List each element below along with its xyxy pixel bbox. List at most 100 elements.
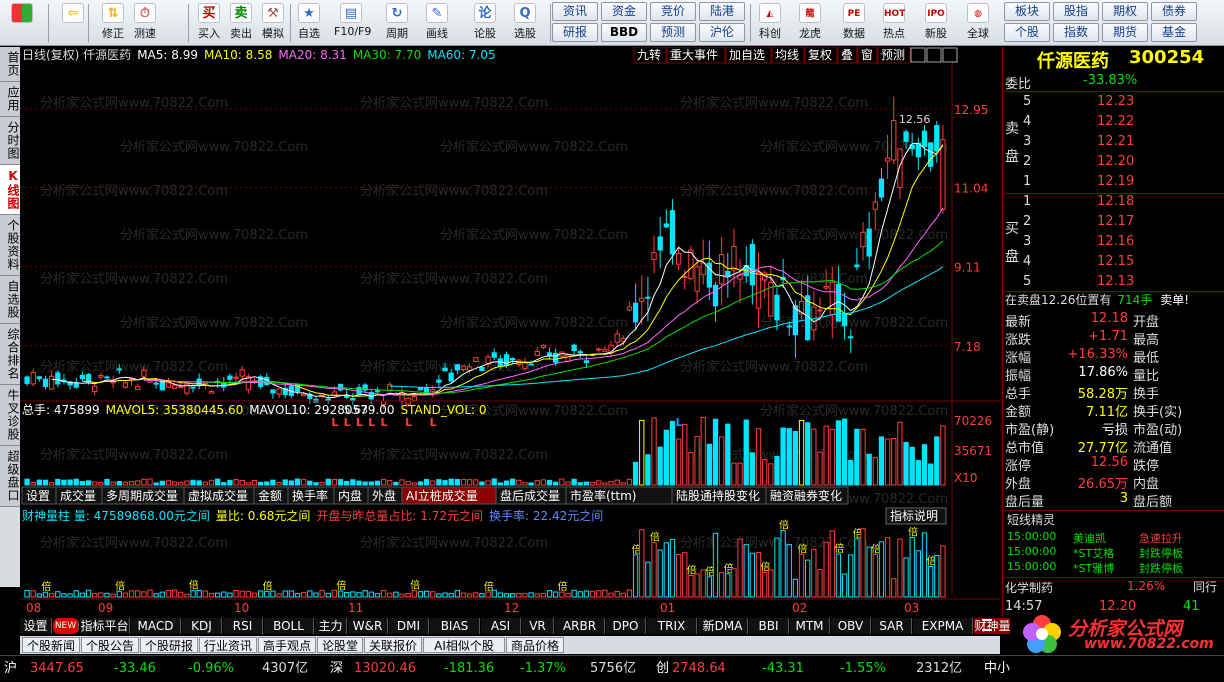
grid-button-1-2[interactable]: 预测 xyxy=(650,23,696,42)
indicator-tab-4[interactable]: KDJ xyxy=(182,618,222,634)
volume-subtab-10[interactable]: 市盈率(ttm) xyxy=(565,486,673,505)
indicator-tab-16[interactable]: 新DMA xyxy=(698,618,748,634)
indicator-tab-17[interactable]: BBI xyxy=(749,618,789,634)
peer-button[interactable]: 同行 xyxy=(1193,578,1217,595)
volume-subtab-2[interactable]: 多周期成交量 xyxy=(101,486,185,505)
status-sz-label[interactable]: 深 xyxy=(330,660,343,678)
left-tab-0[interactable]: 首页 xyxy=(0,47,20,82)
chart-top-button-3[interactable]: 均线 xyxy=(771,46,805,64)
market-button-1-1[interactable]: 指数 xyxy=(1053,23,1099,42)
toolbar-ipo-button[interactable]: IPO 新股 xyxy=(918,2,954,44)
market-button-1-2[interactable]: 期货 xyxy=(1102,23,1148,42)
volume-subtab-12[interactable]: 融资融券变化 xyxy=(765,486,849,505)
volume-subtab-0[interactable]: 设置 xyxy=(21,486,57,505)
grid-button-0-1[interactable]: 资金 xyxy=(601,2,647,21)
news-tab-1[interactable]: 个股公告 xyxy=(81,637,139,653)
left-tab-5[interactable]: 自选股 xyxy=(0,276,20,324)
chart-top-button-5[interactable]: 叠 xyxy=(837,46,858,64)
chart-top-button-2[interactable]: 加自选 xyxy=(725,46,772,64)
tabs-expand-icon[interactable] xyxy=(982,619,992,631)
left-tab-4[interactable]: 个股资料 xyxy=(0,215,20,276)
indicator-tab-18[interactable]: MTM xyxy=(790,618,830,634)
toolbar-cycle-button[interactable]: ↻ 周期 xyxy=(380,2,414,44)
news-tab-4[interactable]: 高手观点 xyxy=(258,637,316,653)
toolbar-pe-button[interactable]: PE 数据 xyxy=(836,2,872,44)
bid-price[interactable]: 12.17 xyxy=(1097,214,1134,229)
chart-top-button-6[interactable]: 窗 xyxy=(857,46,878,64)
market-button-0-3[interactable]: 债券 xyxy=(1151,2,1197,21)
indicator-tab-3[interactable]: MACD xyxy=(131,618,181,634)
bid-price[interactable]: 12.13 xyxy=(1097,274,1134,289)
sprite-stock[interactable]: *ST艾格 xyxy=(1073,545,1114,561)
toolbar-f10-button[interactable]: ▤ F10/F9 xyxy=(334,2,371,44)
chart-close-icon[interactable] xyxy=(942,47,958,63)
left-tab-6[interactable]: 综合排名 xyxy=(0,324,20,385)
toolbar-star-button[interactable]: ★ 自选 xyxy=(292,2,326,44)
grid-button-1-1[interactable]: BBD xyxy=(601,23,647,42)
left-tab-8[interactable]: 超级盘口 xyxy=(0,446,20,507)
indicator-tab-9[interactable]: DMI xyxy=(389,618,429,634)
indicator-tab-12[interactable]: VR xyxy=(522,618,554,634)
sprite-stock[interactable]: 美迪凯 xyxy=(1073,530,1106,546)
toolbar-pencil-button[interactable]: ✎ 画线 xyxy=(420,2,454,44)
indicator-tab-15[interactable]: TRIX xyxy=(647,618,697,634)
status-sh-label[interactable]: 沪 xyxy=(4,660,17,678)
indicator-tab-0[interactable]: 设置 xyxy=(20,618,52,634)
kline-chart-area[interactable]: 分析家公式网www.70822.Com 分析家公式网www.70822.Com 分析… xyxy=(20,46,1000,617)
indicator-tab-19[interactable]: OBV xyxy=(831,618,871,634)
sprite-title[interactable]: 短线精灵 xyxy=(1007,511,1055,528)
status-cy-label[interactable]: 创 xyxy=(656,660,669,678)
grid-button-0-0[interactable]: 资讯 xyxy=(552,2,598,21)
toolbar-clock-button[interactable]: ⏱ 测速 xyxy=(128,2,162,44)
ask-price[interactable]: 12.23 xyxy=(1097,94,1134,109)
chart-top-button-0[interactable]: 九转 xyxy=(633,46,667,64)
sector-name[interactable]: 化学制药 xyxy=(1005,579,1053,596)
volume-subtab-5[interactable]: 换手率 xyxy=(287,486,335,505)
left-tab-3[interactable]: K线图 xyxy=(0,165,20,215)
left-tab-2[interactable]: 分时图 xyxy=(0,117,20,165)
volume-subtab-1[interactable]: 成交量 xyxy=(55,486,103,505)
toolbar-sell-button[interactable]: 卖卖出 xyxy=(224,2,258,44)
indicator-tab-2[interactable]: 指标平台 xyxy=(80,618,130,634)
ask-price[interactable]: 12.19 xyxy=(1097,174,1134,189)
toolbar-search-select-button[interactable]: Q 选股 xyxy=(508,2,542,44)
chart-top-button-7[interactable]: 预测 xyxy=(877,46,911,64)
indicator-tab-5[interactable]: RSI xyxy=(223,618,263,634)
grid-button-0-2[interactable]: 竞价 xyxy=(650,2,696,21)
ask-price[interactable]: 12.20 xyxy=(1097,154,1134,169)
kline-chart-svg[interactable]: 分析家公式网www.70822.Com 分析家公式网www.70822.Com 分析… xyxy=(20,46,1000,617)
window-restore-icon[interactable] xyxy=(926,47,942,63)
volume-subtab-3[interactable]: 虚拟成交量 xyxy=(183,486,255,505)
news-tab-7[interactable]: AI相似个股 xyxy=(423,637,505,653)
grid-button-1-3[interactable]: 沪伦 xyxy=(699,23,745,42)
toolbar-globe-button[interactable]: ◍ 全球 xyxy=(960,2,996,44)
indicator-tab-13[interactable]: ARBR xyxy=(555,618,605,634)
indicator-tab-21[interactable]: EXPMA xyxy=(913,618,973,634)
market-button-0-1[interactable]: 股指 xyxy=(1053,2,1099,21)
chart-top-button-1[interactable]: 重大事件 xyxy=(666,46,726,64)
grid-button-1-0[interactable]: 研报 xyxy=(552,23,598,42)
news-tab-3[interactable]: 行业资讯 xyxy=(199,637,257,653)
news-tab-0[interactable]: 个股新闻 xyxy=(22,637,80,653)
bid-price[interactable]: 12.15 xyxy=(1097,254,1134,269)
volume-subtab-7[interactable]: 外盘 xyxy=(367,486,403,505)
volume-subtab-8[interactable]: AI立桩成交量 xyxy=(401,486,497,505)
news-tab-2[interactable]: 个股研报 xyxy=(140,637,198,653)
sprite-stock[interactable]: *ST雅博 xyxy=(1073,560,1114,576)
toolbar-dragon-button[interactable]: 龍龙虎 xyxy=(792,2,828,44)
market-button-1-0[interactable]: 个股 xyxy=(1004,23,1050,42)
indicator-tab-7[interactable]: 主力 xyxy=(315,618,347,634)
news-tab-8[interactable]: 商品价格 xyxy=(506,637,564,653)
market-button-1-3[interactable]: 基金 xyxy=(1151,23,1197,42)
ask-price[interactable]: 12.21 xyxy=(1097,134,1134,149)
indicator-tab-11[interactable]: ASI xyxy=(481,618,521,634)
volume-subtab-11[interactable]: 陆股通持股变化 xyxy=(671,486,767,505)
indicator-help-button[interactable]: 指标说明 xyxy=(885,507,947,525)
bid-price[interactable]: 12.16 xyxy=(1097,234,1134,249)
indicator-tab-1[interactable]: NEW xyxy=(53,618,79,634)
toolbar-back-arrow-button[interactable]: ⇦ xyxy=(56,2,90,44)
indicator-tab-6[interactable]: BOLL xyxy=(264,618,314,634)
chart-top-button-4[interactable]: 复权 xyxy=(804,46,838,64)
market-button-0-0[interactable]: 板块 xyxy=(1004,2,1050,21)
news-tab-5[interactable]: 论股堂 xyxy=(317,637,363,653)
